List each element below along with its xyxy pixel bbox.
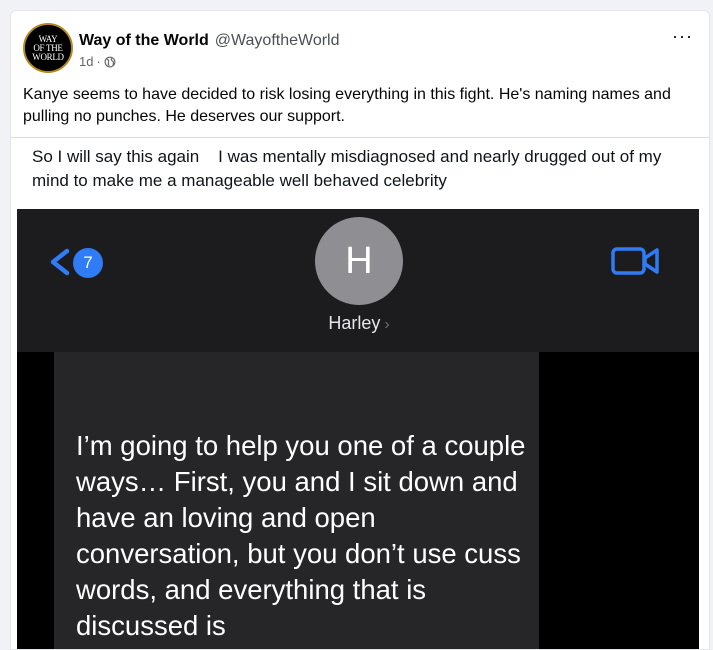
- contact-name: Harley ›: [17, 313, 699, 334]
- post-author-line: Way of the World @WayoftheWorld: [79, 32, 340, 50]
- video-camera-icon: [611, 247, 659, 275]
- chevron-left-icon: [50, 248, 70, 276]
- page-handle: @WayoftheWorld: [214, 32, 340, 49]
- message-text: I’m going to help you one of a couple wa…: [76, 430, 534, 641]
- contact-avatar: H: [315, 217, 403, 305]
- embedded-quote-text: So I will say this again I was mentally …: [32, 147, 667, 190]
- post-text: Kanye seems to have decided to risk losi…: [23, 86, 671, 125]
- meta-separator: ·: [96, 54, 101, 69]
- unread-count-badge: 7: [73, 248, 103, 278]
- post-card: WAY OF THE WORLD Way of the World @Wayoft…: [10, 10, 710, 650]
- attachment-divider: [11, 137, 709, 138]
- page-name-link[interactable]: Way of the World: [79, 32, 209, 49]
- avatar-text-line-3: WORLD: [32, 51, 64, 62]
- chevron-right-icon: ›: [384, 316, 390, 333]
- post-meta: 1d ·: [79, 54, 116, 69]
- page-avatar[interactable]: WAY OF THE WORLD: [23, 23, 73, 73]
- attached-screenshot-image[interactable]: 7 H Harley › I’m going to help you one of…: [17, 209, 699, 649]
- contact-name-label: Harley: [328, 313, 381, 333]
- message-bubble: I’m going to help you one of a couple wa…: [54, 352, 539, 649]
- more-options-button[interactable]: ···: [672, 27, 693, 45]
- screenshot-margin-left: [17, 352, 54, 649]
- post-timestamp[interactable]: 1d: [79, 54, 93, 69]
- messages-header: 7 H Harley ›: [17, 209, 699, 352]
- screenshot-margin-right: [539, 352, 699, 649]
- globe-icon: [104, 56, 116, 67]
